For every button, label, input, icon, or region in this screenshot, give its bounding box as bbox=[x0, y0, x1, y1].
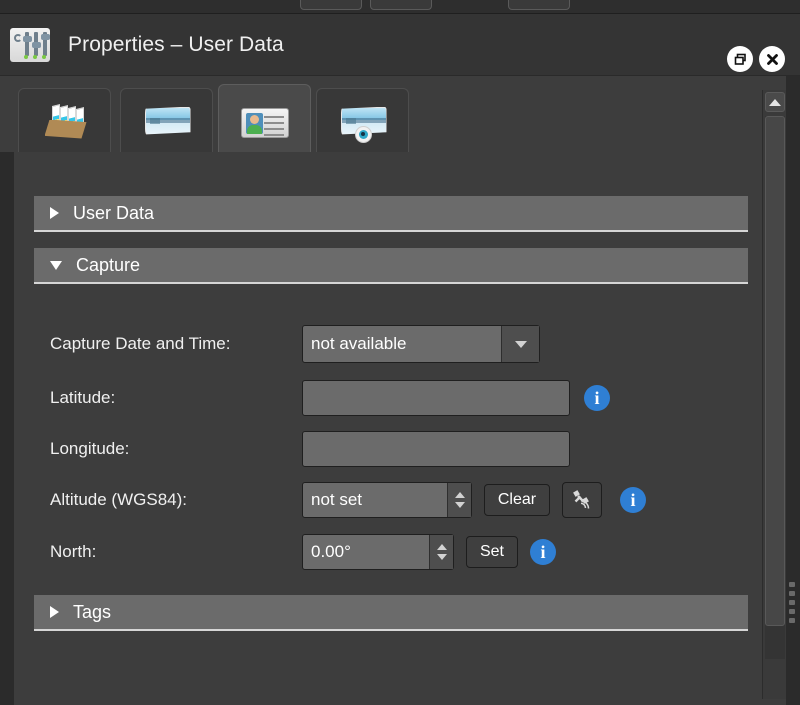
section-header-user-data[interactable]: User Data bbox=[34, 196, 748, 232]
vertical-scrollbar[interactable] bbox=[762, 90, 786, 699]
restore-window-button[interactable] bbox=[727, 46, 753, 72]
id-card-icon bbox=[237, 97, 293, 141]
row-latitude: Latitude: i bbox=[14, 378, 762, 418]
parent-toolbar-strip bbox=[0, 0, 800, 14]
triangle-right-icon bbox=[50, 606, 59, 618]
row-capture-date-time: Capture Date and Time: not available bbox=[14, 324, 762, 364]
scroll-up-arrow-icon[interactable] bbox=[765, 92, 785, 112]
tab-viewer[interactable] bbox=[316, 88, 409, 152]
row-north: North: 0.00° Set i bbox=[14, 532, 762, 572]
north-spinner[interactable]: 0.00° bbox=[302, 534, 454, 570]
image-box-icon bbox=[37, 99, 93, 143]
section-label-capture: Capture bbox=[76, 254, 141, 275]
restore-icon bbox=[734, 53, 746, 65]
info-icon-north[interactable]: i bbox=[530, 539, 556, 565]
section-label-tags: Tags bbox=[73, 601, 112, 622]
altitude-spinner-buttons[interactable] bbox=[447, 483, 471, 517]
label-capture-date-time: Capture Date and Time: bbox=[50, 334, 231, 353]
parent-toolbar-button[interactable] bbox=[370, 0, 432, 10]
panorama-icon bbox=[139, 99, 195, 143]
spinner-up-icon bbox=[436, 544, 447, 550]
parent-toolbar-button[interactable] bbox=[300, 0, 362, 10]
section-header-capture[interactable]: Capture bbox=[34, 248, 748, 284]
panorama-eye-icon bbox=[335, 99, 391, 143]
altitude-value: not set bbox=[311, 490, 363, 509]
sliders-icon bbox=[10, 28, 50, 62]
spinner-down-icon bbox=[454, 502, 465, 508]
section-header-tags[interactable]: Tags bbox=[34, 595, 748, 631]
spinner-up-icon bbox=[454, 492, 465, 498]
info-icon-latitude[interactable]: i bbox=[584, 385, 610, 411]
north-spinner-buttons[interactable] bbox=[429, 535, 453, 569]
info-icon-altitude[interactable]: i bbox=[620, 487, 646, 513]
properties-window: Properties – User Data User Data Capture… bbox=[0, 14, 800, 705]
label-north: North: bbox=[50, 542, 97, 561]
clear-button[interactable]: Clear bbox=[484, 484, 550, 516]
tab-panorama[interactable] bbox=[120, 88, 213, 152]
triangle-down-icon bbox=[50, 260, 62, 270]
close-icon bbox=[766, 53, 778, 65]
tab-images[interactable] bbox=[18, 88, 111, 152]
window-title: Properties – User Data bbox=[68, 33, 284, 56]
row-altitude: Altitude (WGS84): not set Clear i bbox=[14, 480, 762, 520]
spinner-down-icon bbox=[436, 554, 447, 560]
tab-user-data[interactable] bbox=[218, 84, 311, 152]
section-label-user-data: User Data bbox=[73, 202, 155, 223]
window-right-edge bbox=[786, 76, 800, 705]
altitude-spinner[interactable]: not set bbox=[302, 482, 472, 518]
longitude-input[interactable] bbox=[302, 431, 570, 467]
latitude-input[interactable] bbox=[302, 380, 570, 416]
title-bar: Properties – User Data bbox=[0, 14, 800, 76]
capture-date-time-dropdown[interactable]: not available bbox=[302, 325, 540, 363]
parent-toolbar-button[interactable] bbox=[508, 0, 570, 10]
chevron-down-icon[interactable] bbox=[501, 326, 539, 362]
north-value: 0.00° bbox=[311, 542, 351, 561]
triangle-right-icon bbox=[50, 207, 59, 219]
label-altitude: Altitude (WGS84): bbox=[50, 490, 187, 509]
satellite-icon[interactable] bbox=[562, 482, 602, 518]
scrollbar-thumb[interactable] bbox=[765, 116, 785, 626]
capture-date-time-value: not available bbox=[311, 334, 407, 353]
tab-strip bbox=[0, 76, 762, 214]
close-window-button[interactable] bbox=[759, 46, 785, 72]
set-button[interactable]: Set bbox=[466, 536, 518, 568]
label-longitude: Longitude: bbox=[50, 439, 130, 458]
label-latitude: Latitude: bbox=[50, 388, 116, 407]
row-longitude: Longitude: bbox=[14, 429, 762, 469]
resize-grip[interactable] bbox=[789, 582, 797, 627]
properties-content-panel: User Data Capture Capture Date and Time:… bbox=[0, 152, 762, 705]
